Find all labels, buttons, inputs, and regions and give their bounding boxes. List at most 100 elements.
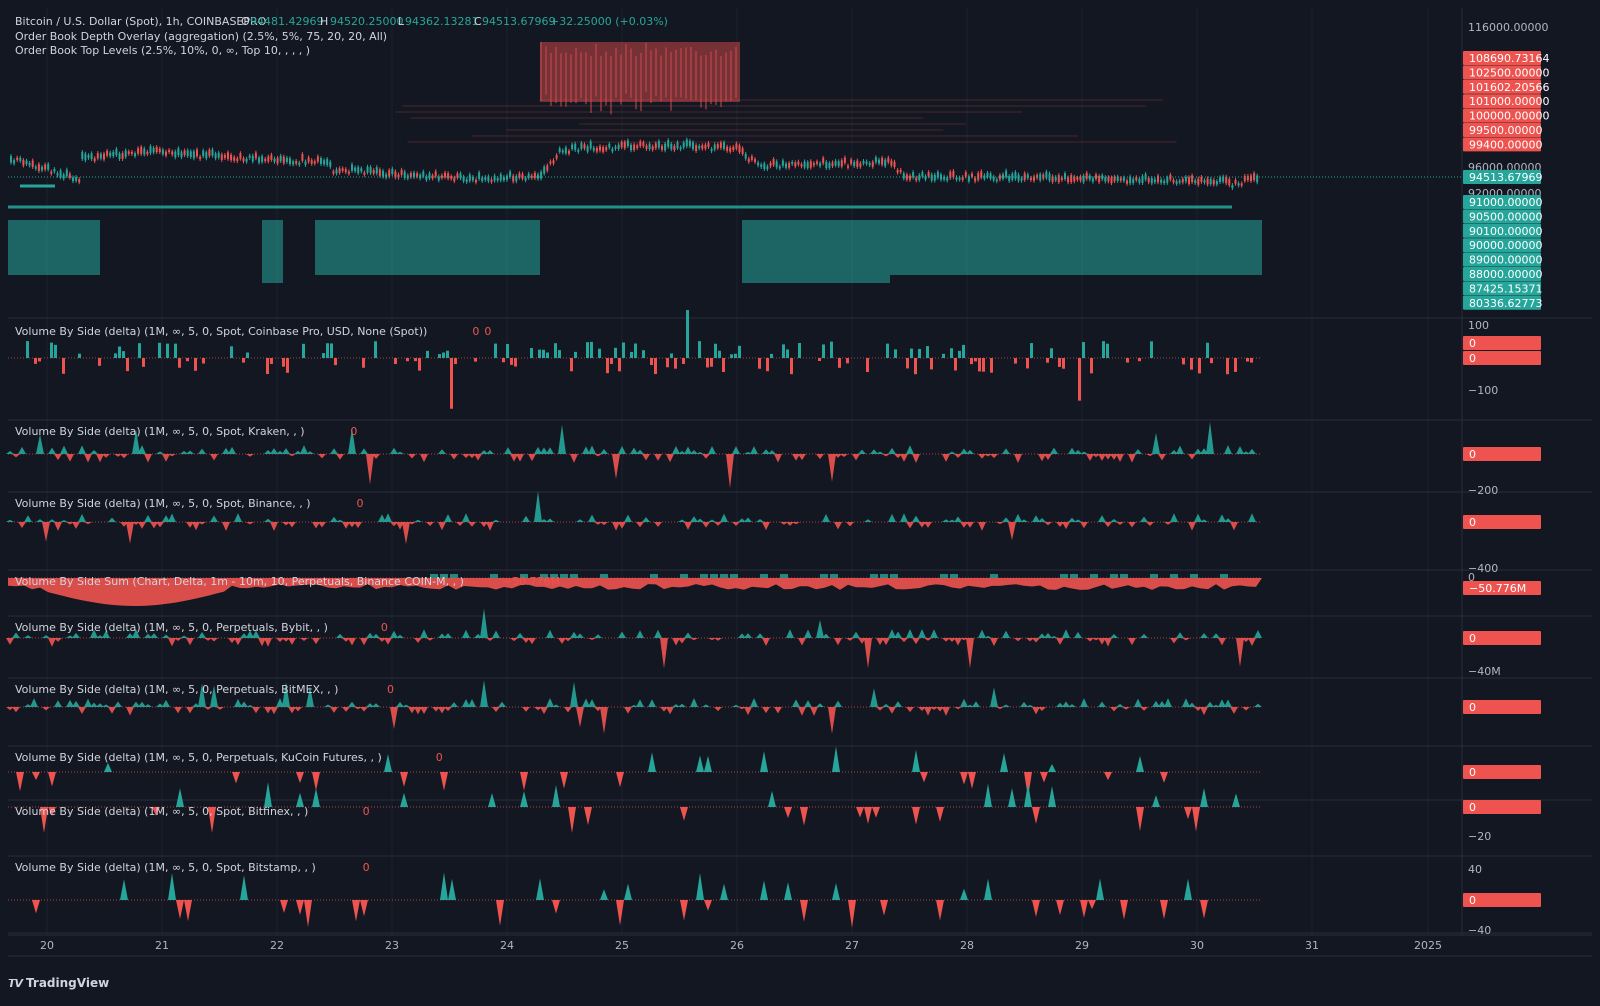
pane-axis-tick: −20 [1468, 830, 1491, 843]
delta-area-peak [690, 638, 698, 641]
delta-area-peak [474, 454, 482, 461]
delta-area-peak [1098, 515, 1106, 522]
candle-body [688, 140, 691, 147]
delta-area-peak [684, 446, 692, 454]
candle-body [304, 161, 307, 165]
delta-bar [394, 358, 397, 365]
delta-bar [570, 358, 573, 372]
candle-body [338, 168, 341, 173]
delta-bar [126, 358, 129, 372]
candle-body [375, 167, 378, 174]
delta-sum-up [1220, 574, 1228, 578]
pane-title[interactable]: Volume By Side (delta) (1M, ∞, 5, 0, Per… [15, 683, 338, 696]
candle-body [1194, 180, 1197, 184]
delta-sum-up [780, 574, 788, 578]
delta-area-peak [774, 454, 782, 463]
delta-sum-up [1110, 574, 1118, 578]
candle-body [1126, 180, 1128, 184]
candle-body [608, 143, 611, 148]
delta-area-peak [96, 454, 104, 463]
delta-bar [710, 358, 713, 367]
delta-area-peak [120, 454, 128, 459]
delta-spike [1136, 807, 1144, 832]
pane-title[interactable]: Volume By Side (delta) (1M, ∞, 5, 0, Spo… [15, 805, 308, 818]
chart-svg[interactable]: Bitcoin / U.S. Dollar (Spot), 1h, COINBA… [0, 0, 1600, 1006]
delta-area-peak [636, 449, 644, 454]
delta-area-peak [318, 522, 326, 528]
delta-area-peak [636, 699, 644, 707]
candle-body [369, 167, 372, 174]
candle-body [679, 147, 682, 150]
delta-bar [286, 358, 289, 373]
ask-depth-strip [705, 54, 707, 110]
pane-title[interactable]: Volume By Side (delta) (1M, ∞, 5, 0, Per… [15, 621, 328, 634]
pane-title[interactable]: Volume By Side (delta) (1M, ∞, 5, 0, Spo… [15, 497, 310, 510]
indicator-legend[interactable]: Order Book Top Levels (2.5%, 10%, 0, ∞, … [15, 44, 310, 57]
ask-depth-strip [715, 49, 717, 105]
candle-body [316, 156, 319, 162]
delta-area-peak [492, 630, 500, 638]
delta-area-peak [1014, 638, 1022, 642]
candle-body [685, 139, 688, 147]
candle-body [1138, 178, 1141, 183]
pane-title[interactable]: Volume By Side (delta) (1M, ∞, 5, 0, Per… [15, 751, 382, 764]
delta-area-peak [924, 522, 932, 528]
pane-title[interactable]: Volume By Side (delta) (1M, ∞, 5, 0, Spo… [15, 861, 316, 874]
delta-area-peak [330, 448, 338, 454]
ask-depth-strip [645, 42, 647, 92]
delta-spike [104, 762, 112, 772]
delta-bar [978, 358, 981, 372]
open-label: O [241, 15, 250, 28]
delta-area-peak [900, 513, 908, 522]
tradingview-logo[interactable]: 𝙏𝙑 TradingView [8, 976, 109, 990]
delta-sum-up [990, 574, 998, 578]
candle-body [233, 157, 236, 161]
delta-area-peak [810, 707, 818, 716]
ask-depth-strip [665, 47, 667, 98]
delta-area-peak [48, 519, 56, 522]
delta-area-peak [324, 704, 332, 707]
delta-area-peak [570, 631, 578, 638]
delta-bar [918, 348, 921, 358]
candle-body [1095, 174, 1097, 179]
delta-spike [1024, 783, 1032, 807]
symbol-title: Bitcoin / U.S. Dollar (Spot), 1h, COINBA… [15, 15, 267, 28]
delta-area-peak [630, 447, 638, 454]
delta-area-peak [762, 638, 770, 647]
delta-spike [968, 772, 976, 789]
delta-bar [906, 358, 909, 369]
delta-area-peak [816, 703, 824, 707]
delta-area-peak [180, 635, 188, 638]
candle-body [995, 179, 998, 182]
delta-area-peak [90, 449, 98, 454]
candle-body [202, 150, 205, 157]
candle-body [84, 153, 87, 161]
candle-body [1029, 177, 1032, 181]
delta-area-peak [1230, 522, 1238, 531]
delta-area-peak [234, 513, 242, 522]
delta-area-peak [570, 682, 578, 707]
candle-body [1237, 183, 1240, 186]
pane-title[interactable]: Volume By Side (delta) (1M, ∞, 5, 0, Spo… [15, 425, 305, 438]
candle-body [586, 146, 589, 152]
pane-title[interactable]: Volume By Side Sum (Chart, Delta, 1m - 1… [15, 575, 464, 588]
candle-body [509, 171, 512, 177]
delta-area-peak [288, 707, 296, 714]
pane-title[interactable]: Volume By Side (delta) (1M, ∞, 5, 0, Spo… [15, 325, 427, 338]
delta-area-peak [174, 707, 182, 714]
candle-body [261, 156, 264, 162]
candle-body [1184, 176, 1187, 182]
indicator-legend[interactable]: Order Book Depth Overlay (aggregation) (… [15, 30, 387, 43]
delta-bar [686, 310, 689, 358]
delta-bar [558, 350, 561, 358]
delta-spike [296, 772, 304, 783]
delta-spike [648, 752, 656, 772]
delta-bar [62, 358, 65, 374]
candle-body [735, 143, 738, 149]
high-label: H [320, 15, 328, 28]
delta-area-peak [1128, 522, 1136, 528]
candle-body [853, 161, 856, 167]
chart-root[interactable]: Bitcoin / U.S. Dollar (Spot), 1h, COINBA… [0, 0, 1600, 1006]
delta-area-peak [588, 699, 596, 707]
candle-body [1104, 177, 1107, 182]
